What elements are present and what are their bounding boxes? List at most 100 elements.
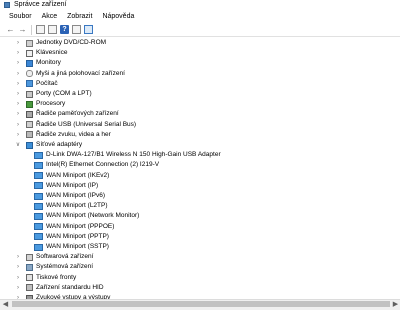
tree-category-label: Tiskové fronty — [36, 273, 77, 281]
tree-category-label: Monitory — [36, 59, 61, 67]
chevron-right-icon[interactable]: › — [15, 262, 21, 272]
tree-device-item[interactable]: WAN Miniport (IKEv2) — [29, 171, 109, 181]
tree-category-9[interactable]: › Řadiče zvuku, videa a her — [15, 130, 111, 140]
tree-category-label: Porty (COM a LPT) — [36, 90, 92, 97]
tree-category-label: Počítač — [36, 79, 58, 87]
help-icon[interactable]: ? — [60, 25, 69, 34]
tree-category-label: Síťové adaptéry — [36, 141, 83, 148]
chevron-right-icon[interactable]: › — [15, 273, 21, 283]
tree-device-label: D-Link DWA-127/B1 Wireless N 150 High-Ga… — [46, 151, 221, 159]
tree-category-1[interactable]: › Klávesnice — [15, 48, 67, 58]
network-adapter-icon — [34, 192, 43, 200]
tree-category-8[interactable]: › Řadiče USB (Universal Serial Bus) — [15, 120, 136, 130]
chevron-right-icon[interactable]: › — [15, 252, 21, 262]
tree-device-label: WAN Miniport (Network Monitor) — [46, 212, 140, 220]
device-manager-icon — [4, 2, 10, 8]
chevron-right-icon[interactable]: › — [15, 283, 21, 293]
hid-icon — [26, 284, 33, 292]
forward-arrow-icon[interactable]: → — [18, 25, 27, 34]
menu-action[interactable]: Akce — [37, 11, 63, 22]
chevron-right-icon[interactable]: › — [15, 79, 21, 89]
tree-device-item[interactable]: WAN Miniport (L2TP) — [29, 201, 108, 211]
disk-drive-icon — [26, 39, 33, 47]
tree-category-0[interactable]: › Jednotky DVD/CD-ROM — [15, 38, 106, 48]
chevron-right-icon[interactable]: › — [15, 38, 21, 48]
tree-device-label: Intel(R) Ethernet Connection (2) I219-V — [46, 161, 160, 169]
sound-icon — [26, 131, 33, 139]
chevron-right-icon[interactable]: › — [15, 69, 21, 79]
tree-device-item[interactable]: WAN Miniport (PPPOE) — [29, 222, 114, 232]
tree-category-label: Softwarová zařízení — [36, 253, 94, 261]
show-hide-tree-icon[interactable] — [36, 25, 45, 34]
tree-device-item[interactable]: WAN Miniport (Network Monitor) — [29, 211, 139, 221]
chevron-right-icon[interactable]: › — [15, 48, 21, 58]
tree-device-item[interactable]: WAN Miniport (PPTP) — [29, 232, 109, 242]
network-adapter-icon — [34, 182, 43, 190]
tree-category-6[interactable]: › Procesory — [15, 99, 65, 109]
tree-category-5[interactable]: › Porty (COM a LPT) — [15, 89, 92, 99]
chevron-down-icon[interactable]: ∨ — [15, 140, 21, 150]
network-adapter-icon — [34, 172, 43, 180]
tree-device-item[interactable]: WAN Miniport (IP) — [29, 181, 98, 191]
tree-category-14[interactable]: › Zařízení standardu HID — [15, 283, 104, 293]
tree-device-label: WAN Miniport (IP) — [46, 181, 99, 189]
usb-icon — [26, 121, 33, 129]
network-adapter-icon — [34, 202, 43, 210]
tree-device-label: WAN Miniport (PPTP) — [46, 232, 109, 240]
chevron-right-icon[interactable]: › — [15, 89, 21, 99]
menu-file[interactable]: Soubor — [0, 11, 37, 22]
software-device-icon — [26, 253, 33, 261]
tree-device-label: WAN Miniport (IKEv2) — [46, 171, 110, 179]
properties-icon[interactable] — [48, 25, 57, 34]
processor-icon — [26, 100, 33, 108]
port-icon — [26, 90, 33, 98]
system-device-icon — [26, 263, 33, 271]
tree-category-label: Klávesnice — [36, 49, 68, 57]
tree-category-label: Myši a jiná polohovací zařízení — [36, 69, 125, 77]
network-icon — [26, 141, 33, 149]
tree-device-item[interactable]: WAN Miniport (SSTP) — [29, 242, 109, 252]
scroll-right-icon[interactable]: ▶ — [391, 300, 400, 309]
tree-category-label: Systémová zařízení — [36, 263, 94, 271]
tree-category-label: Řadiče paměťových zařízení — [36, 110, 119, 118]
tree-category-12[interactable]: › Systémová zařízení — [15, 262, 93, 272]
scan-hardware-icon[interactable] — [84, 25, 93, 34]
menu-view[interactable]: Zobrazit — [62, 11, 97, 22]
chevron-right-icon[interactable]: › — [15, 120, 21, 130]
chevron-right-icon[interactable]: › — [15, 130, 21, 140]
tree-device-item[interactable]: WAN Miniport (IPv6) — [29, 191, 105, 201]
window-title: Správce zařízení — [14, 1, 67, 8]
chevron-right-icon[interactable]: › — [15, 109, 21, 119]
menu-help[interactable]: Nápověda — [97, 11, 139, 22]
tree-category-3[interactable]: › Myši a jiná polohovací zařízení — [15, 69, 125, 79]
tree-device-item[interactable]: D-Link DWA-127/B1 Wireless N 150 High-Ga… — [29, 150, 221, 160]
tree-category-label: Řadiče zvuku, videa a her — [36, 130, 111, 138]
details-icon[interactable] — [72, 25, 81, 34]
network-adapter-icon — [34, 233, 43, 241]
tree-category-label: Procesory — [36, 100, 66, 108]
chevron-right-icon[interactable]: › — [15, 99, 21, 109]
tree-category-7[interactable]: › Řadiče paměťových zařízení — [15, 109, 119, 119]
scrollbar-thumb[interactable] — [12, 301, 390, 307]
title-bar: Správce zařízení — [0, 0, 400, 10]
scroll-left-icon[interactable]: ◀ — [1, 300, 10, 309]
network-adapter-icon — [34, 161, 43, 169]
tree-category-label: Zařízení standardu HID — [36, 283, 104, 291]
tree-category-4[interactable]: › Počítač — [15, 79, 58, 89]
network-adapter-icon — [34, 223, 43, 231]
tree-category-2[interactable]: › Monitory — [15, 58, 61, 68]
tree-category-label: Jednotky DVD/CD-ROM — [36, 39, 107, 46]
chevron-right-icon[interactable]: › — [15, 58, 21, 68]
network-adapter-icon — [34, 151, 43, 159]
tree-device-item[interactable]: Intel(R) Ethernet Connection (2) I219-V — [29, 160, 159, 170]
printer-icon — [26, 274, 33, 282]
tree-device-label: WAN Miniport (IPv6) — [46, 192, 105, 199]
back-arrow-icon[interactable]: ← — [6, 25, 15, 34]
tree-category-10[interactable]: ∨ Síťové adaptéry — [15, 140, 82, 150]
tree-device-label: WAN Miniport (SSTP) — [46, 243, 109, 250]
network-adapter-icon — [34, 243, 43, 251]
computer-icon — [26, 80, 33, 88]
tree-device-label: WAN Miniport (PPPOE) — [46, 222, 115, 230]
tree-category-13[interactable]: › Tiskové fronty — [15, 273, 76, 283]
tree-category-11[interactable]: › Softwarová zařízení — [15, 252, 93, 262]
